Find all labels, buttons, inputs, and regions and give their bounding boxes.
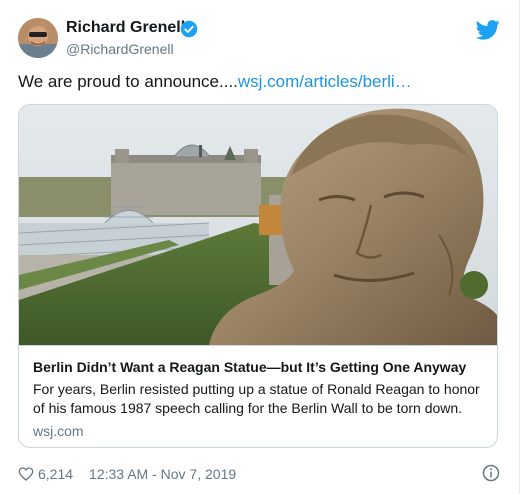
card-description: For years, Berlin resisted putting up a … (33, 380, 483, 418)
heart-icon[interactable] (18, 466, 34, 482)
tweet-card: Richard Grenell @RichardGrenell We are p… (0, 0, 520, 494)
twitter-bird-icon[interactable] (476, 20, 500, 40)
info-icon[interactable] (482, 464, 500, 482)
author-handle[interactable]: @RichardGrenell (66, 41, 174, 57)
card-title: Berlin Didn’t Want a Reagan Statue—but I… (33, 359, 467, 375)
card-body[interactable]: Berlin Didn’t Want a Reagan Statue—but I… (19, 345, 497, 447)
card-description-line-2: of his famous 1987 speech calling for th… (33, 400, 463, 416)
avatar[interactable] (18, 18, 58, 58)
link-preview-card[interactable]: Berlin Didn’t Want a Reagan Statue—but I… (18, 104, 498, 448)
card-description-line-1: For years, Berlin resisted putting up a … (33, 381, 480, 397)
card-domain: wsj.com (33, 423, 84, 439)
like-count[interactable]: 6,214 (38, 466, 73, 482)
card-image[interactable] (19, 105, 497, 345)
timestamp[interactable]: 12:33 AM - Nov 7, 2019 (89, 466, 236, 482)
tweet-link[interactable]: wsj.com/articles/berli… (238, 72, 412, 91)
author-name[interactable]: Richard Grenell (66, 19, 185, 37)
tweet-footer: 6,214 12:33 AM - Nov 7, 2019 (18, 464, 236, 484)
verified-badge-icon (180, 20, 198, 38)
tweet-text-prefix: We are proud to announce.... (18, 72, 238, 91)
tweet-text: We are proud to announce....wsj.com/arti… (18, 72, 412, 92)
